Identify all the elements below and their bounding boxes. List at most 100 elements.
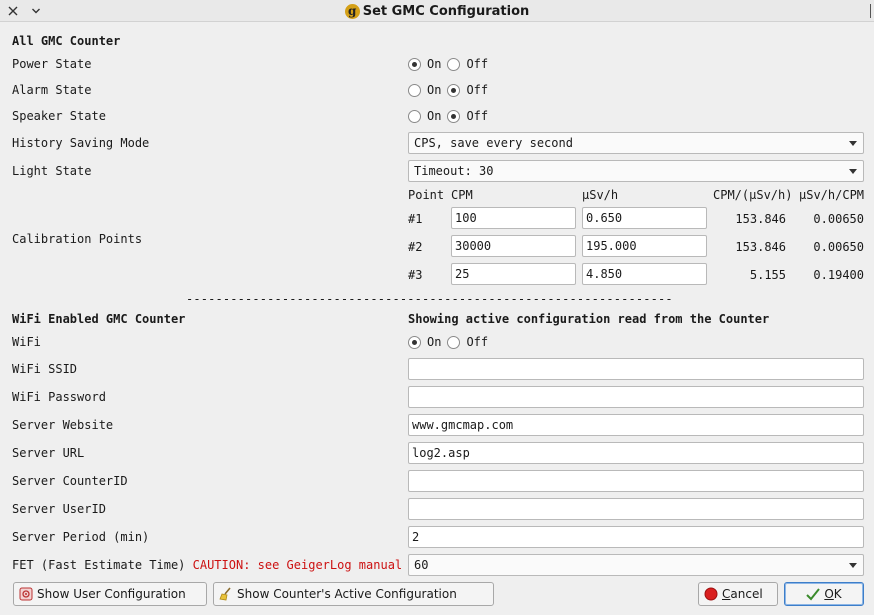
light-state-label: Light State [12, 164, 92, 178]
cal-header-cpm: CPM [451, 188, 473, 202]
ok-mnemonic: O [824, 587, 834, 601]
server-userid-input[interactable] [408, 498, 864, 520]
config-icon [19, 587, 33, 601]
server-period-input[interactable]: 2 [408, 526, 864, 548]
server-url-value: log2.asp [412, 446, 470, 460]
show-user-config-label: Show User Configuration [37, 587, 186, 601]
history-mode-value: CPS, save every second [414, 136, 573, 150]
chevron-down-icon [849, 563, 857, 568]
show-active-config-button[interactable]: Show Counter's Active Configuration [213, 582, 494, 606]
wifi-on-label: On [427, 335, 442, 349]
cal-row-3-cpm-value: 25 [455, 267, 470, 281]
cal-header-point: Point [408, 188, 445, 202]
server-period-label: Server Period (min) [12, 530, 150, 544]
checkmark-icon [806, 588, 821, 601]
cal-header-factor: CPM/(µSv/h) [713, 188, 793, 202]
chevron-down-icon [849, 141, 857, 146]
cal-row-1-usvh-value: 0.650 [586, 211, 623, 225]
fet-select[interactable]: 60 [408, 554, 864, 576]
cal-row-2-cpm-value: 30000 [455, 239, 492, 253]
window-edge [870, 4, 871, 18]
radio-icon [447, 83, 461, 97]
wifi-on-radio[interactable]: On [408, 335, 441, 349]
power-state-radio-group: On Off [408, 56, 494, 72]
broom-icon [219, 587, 231, 601]
calibration-label: Calibration Points [12, 232, 143, 246]
alarm-state-label: Alarm State [12, 83, 92, 97]
server-period-value: 2 [412, 530, 420, 544]
cal-row-3-usvh-value: 4.850 [586, 267, 623, 281]
radio-icon [408, 335, 421, 349]
cal-row-2-point: #2 [408, 240, 423, 254]
window-title: g Set GMC Configuration [0, 0, 874, 22]
wifi-radio-group: On Off [408, 334, 494, 350]
server-userid-label: Server UserID [12, 502, 106, 516]
radio-icon [408, 83, 421, 97]
speaker-state-radio-group: On Off [408, 108, 494, 124]
server-counterid-input[interactable] [408, 470, 864, 492]
wifi-ssid-input[interactable] [408, 358, 864, 380]
server-url-label: Server URL [12, 446, 85, 460]
cal-header-usvh: µSv/h [582, 188, 619, 202]
server-counterid-label: Server CounterID [12, 474, 128, 488]
cal-row-1-usvh-input[interactable]: 0.650 [582, 207, 707, 229]
alarm-off-label: Off [466, 83, 489, 97]
server-website-value: www.gmcmap.com [412, 418, 514, 432]
cancel-label: Cancel [722, 587, 763, 601]
section-heading-wifi: WiFi Enabled GMC Counter [12, 312, 186, 326]
wifi-password-input[interactable] [408, 386, 864, 408]
section-heading-all: All GMC Counter [12, 34, 121, 48]
ok-label: OK [824, 587, 841, 601]
server-website-input[interactable]: www.gmcmap.com [408, 414, 864, 436]
cal-row-2-usvh-input[interactable]: 195.000 [582, 235, 707, 257]
fet-label-text: FET (Fast Estimate Time) [12, 558, 186, 572]
radio-icon [408, 109, 421, 123]
cal-row-1-inverse: 0.00650 [813, 212, 864, 226]
history-mode-label: History Saving Mode [12, 136, 150, 150]
cal-row-3-point: #3 [408, 268, 423, 282]
cancel-button[interactable]: Cancel [698, 582, 778, 606]
show-user-config-button[interactable]: Show User Configuration [13, 582, 207, 606]
cancel-label-rest: ancel [730, 587, 763, 601]
wifi-password-label: WiFi Password [12, 390, 106, 404]
speaker-state-label: Speaker State [12, 109, 106, 123]
show-active-config-label: Show Counter's Active Configuration [237, 587, 457, 601]
alarm-off-radio[interactable]: Off [447, 83, 488, 97]
wifi-off-radio[interactable]: Off [447, 335, 488, 349]
cancel-icon [704, 587, 718, 601]
ok-label-rest: K [833, 587, 842, 601]
wifi-ssid-label: WiFi SSID [12, 362, 78, 376]
history-mode-select[interactable]: CPS, save every second [408, 132, 864, 154]
alarm-on-radio[interactable]: On [408, 83, 441, 97]
speaker-off-label: Off [466, 109, 489, 123]
power-off-label: Off [466, 57, 489, 71]
cal-header-inverse: µSv/h/CPM [799, 188, 865, 202]
power-state-label: Power State [12, 57, 92, 71]
alarm-state-radio-group: On Off [408, 82, 494, 98]
power-on-radio[interactable]: On [408, 57, 441, 71]
wifi-info-text: Showing active configuration read from t… [408, 312, 770, 326]
cal-row-2-usvh-value: 195.000 [586, 239, 637, 253]
cal-row-1-factor: 153.846 [735, 212, 786, 226]
fet-label: FET (Fast Estimate Time) CAUTION: see Ge… [12, 557, 402, 573]
server-url-input[interactable]: log2.asp [408, 442, 864, 464]
radio-icon [408, 57, 421, 71]
cal-row-3-cpm-input[interactable]: 25 [451, 263, 576, 285]
cal-row-3-inverse: 0.19400 [813, 268, 864, 282]
light-state-select[interactable]: Timeout: 30 [408, 160, 864, 182]
speaker-off-radio[interactable]: Off [447, 109, 488, 123]
cal-row-2-cpm-input[interactable]: 30000 [451, 235, 576, 257]
fet-caution-text: CAUTION: see GeigerLog manual [192, 558, 403, 572]
power-off-radio[interactable]: Off [447, 57, 488, 71]
chevron-down-icon [849, 169, 857, 174]
wifi-label: WiFi [12, 335, 41, 349]
speaker-on-radio[interactable]: On [408, 109, 441, 123]
cal-row-3-usvh-input[interactable]: 4.850 [582, 263, 707, 285]
section-divider: ----------------------------------------… [186, 292, 673, 306]
ok-button[interactable]: OK [784, 582, 864, 606]
geigerlog-logo-icon: g [344, 3, 360, 19]
radio-icon [447, 109, 461, 123]
cal-row-1-cpm-input[interactable]: 100 [451, 207, 576, 229]
fet-value: 60 [414, 558, 429, 572]
alarm-on-label: On [427, 83, 442, 97]
